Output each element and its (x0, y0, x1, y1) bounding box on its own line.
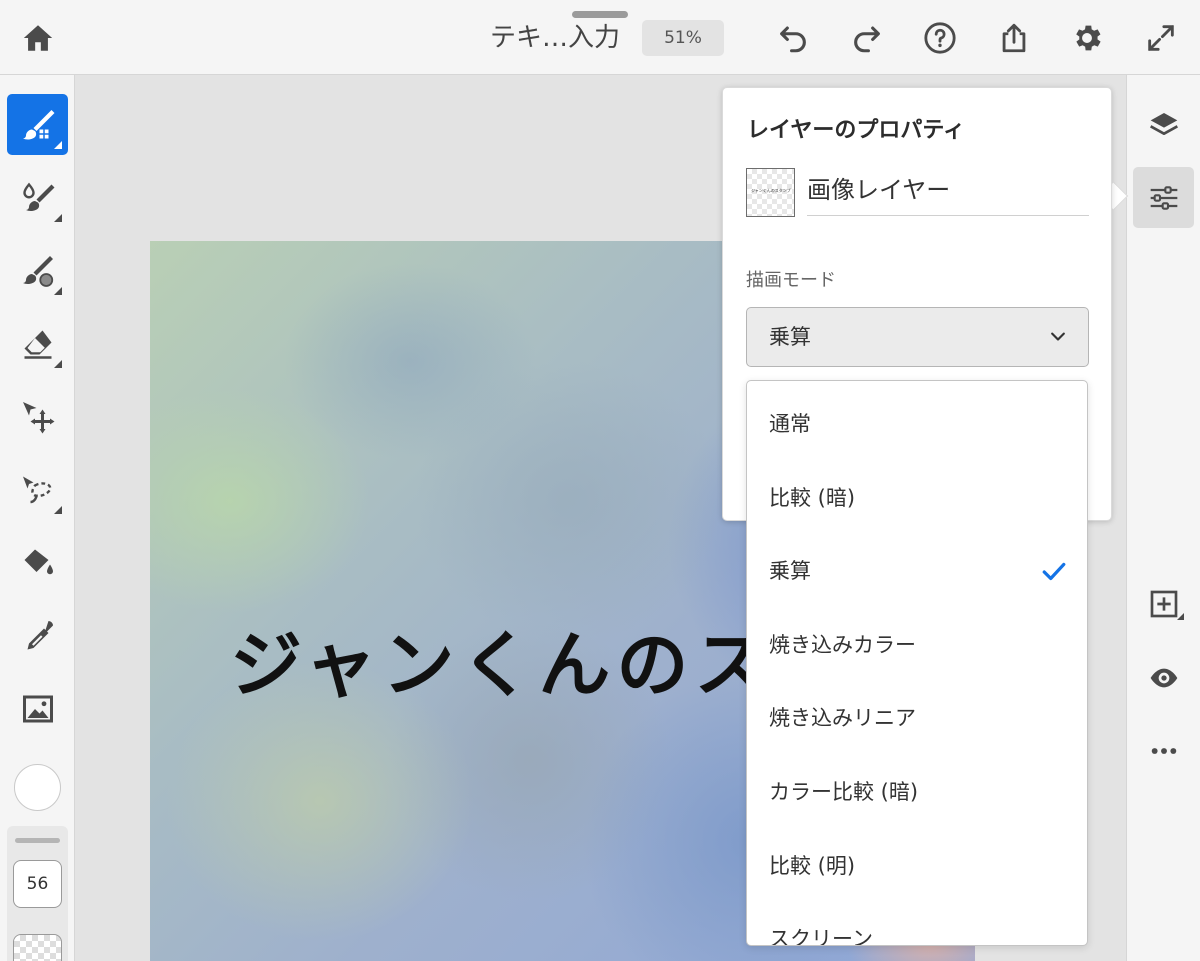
add-layer-button[interactable] (1133, 573, 1194, 634)
layers-button[interactable] (1133, 94, 1194, 155)
live-brush-tool[interactable] (7, 167, 68, 228)
checkmark-icon (1042, 562, 1066, 581)
layer-thumbnail: ジャンくんのスタンプ (746, 168, 795, 217)
transform-tool[interactable] (7, 386, 68, 447)
undo-icon[interactable] (773, 18, 813, 58)
color-swatch[interactable] (14, 764, 61, 811)
home-icon[interactable] (18, 18, 58, 58)
redo-icon[interactable] (847, 18, 887, 58)
popover-title: レイヤーのプロパティ (747, 118, 966, 143)
eraser-tool[interactable] (7, 313, 68, 374)
add-layer-icon (1150, 590, 1177, 617)
blend-option[interactable]: 比較 (暗) (747, 468, 1087, 528)
blend-option-label: 通常 (769, 412, 811, 436)
help-icon[interactable] (920, 18, 960, 58)
document-title[interactable]: テキ…入力 (490, 20, 620, 56)
image-tool[interactable] (7, 678, 68, 739)
lasso-icon (22, 476, 51, 503)
move-icon (22, 401, 54, 433)
blend-mode-label: 描画モード (746, 270, 836, 291)
image-icon (22, 695, 53, 722)
share-icon[interactable] (994, 18, 1034, 58)
visibility-toggle[interactable] (1133, 647, 1194, 708)
blend-option-label: 比較 (暗) (769, 486, 856, 510)
settings-icon[interactable] (1067, 18, 1107, 58)
blend-option-label: 乗算 (769, 559, 811, 583)
pixel-brush-icon (22, 109, 54, 139)
blend-mode-dropdown: 通常 比較 (暗) 乗算 焼き込みカラー 焼き込みリニア カラー比較 (暗) 比… (746, 380, 1088, 946)
eraser-icon (24, 330, 51, 359)
vector-brush-icon (22, 255, 53, 287)
live-brush-icon (22, 182, 54, 211)
top-bar: テキ…入力 51% (0, 0, 1200, 75)
size-slider-handle[interactable] (15, 838, 60, 843)
drag-handle[interactable] (572, 11, 628, 18)
eyedropper-tool[interactable] (7, 605, 68, 666)
blend-mode-value: 乗算 (769, 325, 811, 349)
blend-option[interactable]: 比較 (明) (747, 836, 1087, 896)
blend-option-label: 焼き込みリニア (769, 706, 916, 730)
eye-icon (1150, 668, 1177, 687)
paint-bucket-icon (24, 549, 53, 574)
blend-option-label: スクリーン (769, 927, 873, 946)
chevron-down-icon (1051, 332, 1065, 341)
sliders-icon (1150, 185, 1177, 210)
fill-tool[interactable] (7, 532, 68, 593)
left-toolbar: 56 (0, 75, 75, 961)
zoom-level[interactable]: 51% (642, 20, 724, 56)
pixel-brush-tool[interactable] (7, 94, 68, 155)
fullscreen-icon[interactable] (1141, 18, 1181, 58)
blend-option[interactable]: スクリーン (747, 909, 1087, 946)
brush-settings-panel: 56 (7, 826, 68, 961)
layer-name-field[interactable]: 画像レイヤー (807, 170, 1089, 216)
blend-mode-select[interactable]: 乗算 (746, 307, 1089, 367)
blend-option[interactable]: 焼き込みリニア (747, 688, 1087, 748)
layers-icon (1149, 112, 1178, 135)
blend-option-label: 比較 (明) (769, 854, 856, 878)
brush-size-value[interactable]: 56 (13, 860, 62, 908)
blend-option[interactable]: 焼き込みカラー (747, 615, 1087, 675)
more-options-button[interactable] (1133, 720, 1194, 781)
blend-option-label: 焼き込みカラー (769, 633, 916, 657)
eyedropper-icon (27, 620, 53, 649)
blend-option[interactable]: カラー比較 (暗) (747, 762, 1087, 822)
lasso-tool[interactable] (7, 459, 68, 520)
blend-option-selected[interactable]: 乗算 (747, 541, 1087, 601)
thumbnail-text: ジャンくんのスタンプ (751, 188, 791, 193)
blend-option[interactable]: 通常 (747, 394, 1087, 454)
more-icon (1151, 747, 1176, 754)
right-panel (1126, 75, 1200, 961)
blend-option-label: カラー比較 (暗) (769, 780, 919, 804)
vector-brush-tool[interactable] (7, 240, 68, 301)
layer-properties-button[interactable] (1133, 167, 1194, 228)
opacity-preview[interactable] (13, 934, 62, 961)
